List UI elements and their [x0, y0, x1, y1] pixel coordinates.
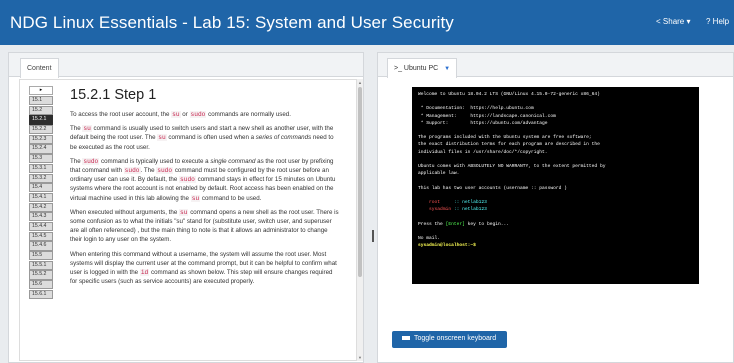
terminal-line: Ubuntu comes with ABSOLUTELY NO WARRANTY… [418, 164, 606, 170]
terminal-line: applicable law. [418, 171, 460, 177]
paragraph-text: . The [140, 167, 157, 175]
terminal-tabstrip: >_ Ubuntu PC ▼ [378, 53, 733, 78]
terminal-password: :: netlab123 [453, 200, 487, 206]
article-paragraph: When executed without arguments, the su … [70, 208, 340, 245]
inline-code: su [82, 125, 92, 133]
toc-item[interactable]: 15.2.1 [29, 115, 53, 125]
terminal-panel: >_ Ubuntu PC ▼ Welcome to Ubuntu 18.04.2 … [377, 52, 734, 363]
terminal-username: sysadmin [429, 207, 452, 213]
terminal-line: No mail. [418, 236, 441, 242]
toc-item[interactable]: 15.5 [29, 251, 53, 261]
inline-code: sudo [179, 176, 196, 184]
tab-ubuntu-pc[interactable]: >_ Ubuntu PC ▼ [387, 58, 458, 78]
terminal-line: This lab has two user accounts (username… [418, 185, 567, 191]
paragraph-text: commands are normally used. [206, 111, 291, 118]
toc-item[interactable]: 15.2 [29, 105, 53, 115]
toc-item[interactable]: 15.5.1 [29, 260, 53, 270]
toc-item[interactable]: 15.4.3 [29, 212, 53, 222]
step-heading: 15.2.1 Step 1 [70, 87, 157, 103]
emphasis-text: single command [210, 157, 256, 165]
keyboard-icon [402, 336, 410, 341]
paragraph-text: The [70, 125, 83, 133]
toc-item[interactable]: 15.3.1 [29, 163, 53, 173]
terminal-line: * Support: https://ubuntu.com/advantage [418, 120, 548, 126]
terminal-text: Press the [418, 221, 446, 227]
toc-item[interactable]: 15.2.3 [29, 134, 53, 144]
toc-item[interactable]: 15.1 [29, 96, 53, 106]
toc-item[interactable]: 15.4.1 [29, 192, 53, 203]
inline-code: su [190, 194, 201, 202]
terminal-username: root [429, 200, 441, 206]
toggle-keyboard-button[interactable]: Toggle onscreen keyboard [392, 331, 507, 348]
page-title: NDG Linux Essentials - Lab 15: System an… [10, 13, 454, 32]
toc-item[interactable]: 15.4.2 [29, 202, 53, 212]
terminal-line: * Management: https://landscape.canonica… [418, 113, 556, 119]
inline-code: id [139, 269, 150, 277]
help-button[interactable]: ? Help [706, 17, 729, 26]
terminal-line: The programs included with the Ubuntu sy… [418, 135, 592, 141]
paragraph-text: To access the root user account, the [70, 111, 172, 118]
top-bar: NDG Linux Essentials - Lab 15: System an… [0, 0, 734, 45]
terminal-password: :: netlab123 [453, 207, 487, 213]
article-paragraph: When entering this command without a use… [70, 250, 340, 287]
emphasis-text: series of commands [255, 134, 312, 142]
inline-code: su [157, 134, 167, 142]
toc-item[interactable]: 15.4.4 [29, 221, 53, 232]
lab-article: 15.2.1 Step 1 To access the root user ac… [70, 84, 340, 291]
terminal-text: key to begin... [464, 221, 509, 227]
terminal-line: Welcome to Ubuntu 18.04.2 LTS (GNU/Linux… [418, 92, 600, 97]
terminal-prompt: sysadmin@localhost:~$ [418, 243, 476, 249]
share-button[interactable]: < Share ▾ [656, 17, 691, 26]
paragraph-text: command is typically used to execute a [99, 157, 211, 165]
content-tabstrip: Content [9, 53, 363, 78]
chevron-down-icon: ▼ [444, 66, 451, 72]
toc-item[interactable]: 15.3.2 [29, 173, 53, 183]
inline-code: sudo [189, 111, 207, 118]
content-area: ▸ 15.1 15.2 15.2.1 15.2.2 15.2.3 15.2.4 15.3 15… [19, 79, 357, 361]
terminal-line: * Documentation: https://help.ubuntu.com [418, 106, 534, 112]
toc-item[interactable]: 15.2.4 [29, 144, 53, 154]
toc-item[interactable]: 15.6 [29, 280, 53, 290]
toc-item[interactable]: 15.5.2 [29, 270, 53, 280]
inline-code: sudo [123, 167, 141, 175]
paragraph-text: command to be used. [200, 194, 262, 202]
toc-item[interactable]: 15.4 [29, 183, 53, 193]
toc-item[interactable]: 15.4.6 [29, 241, 53, 251]
toc-item[interactable]: 15.4.5 [29, 231, 53, 241]
terminal-line: individual files in /usr/share/doc/*/cop… [418, 149, 548, 155]
toc-item[interactable]: 15.3 [29, 154, 53, 164]
toc-collapse-button[interactable]: ▸ [29, 86, 53, 95]
inline-code: sudo [82, 157, 100, 165]
panel-resize-handle[interactable] [372, 230, 374, 242]
content-panel: Content ▸ 15.1 15.2 15.2.1 15.2.2 15.2.3 15.2… [8, 52, 364, 363]
terminal-screen[interactable]: Welcome to Ubuntu 18.04.2 LTS (GNU/Linux… [412, 87, 699, 284]
article-paragraph: The sudo command is typically used to ex… [70, 157, 340, 203]
content-scrollbar[interactable]: ▲ ▼ [357, 79, 363, 361]
terminal-key: [Enter] [445, 221, 465, 227]
paragraph-text: command is often used when a [166, 134, 256, 142]
paragraph-text: The [70, 157, 83, 165]
article-paragraph: The su command is usually used to switch… [70, 124, 340, 152]
tab-content[interactable]: Content [20, 58, 59, 78]
article-paragraph: To access the root user account, the su … [70, 110, 340, 119]
scroll-down-icon[interactable]: ▼ [358, 355, 362, 360]
paragraph-text: or [180, 111, 190, 118]
scroll-thumb[interactable] [358, 87, 362, 277]
scroll-up-icon[interactable]: ▲ [358, 80, 362, 85]
toc-item[interactable]: 15.6.1 [29, 289, 53, 299]
toc-item[interactable]: 15.2.2 [29, 125, 53, 135]
terminal-line: the exact distribution terms for each pr… [418, 142, 600, 148]
table-of-contents: ▸ 15.1 15.2 15.2.1 15.2.2 15.2.3 15.2.4 15.3 15… [29, 86, 53, 299]
inline-code: su [171, 111, 181, 118]
paragraph-text: When executed without arguments, the [70, 208, 180, 216]
inline-code: sudo [156, 167, 174, 175]
